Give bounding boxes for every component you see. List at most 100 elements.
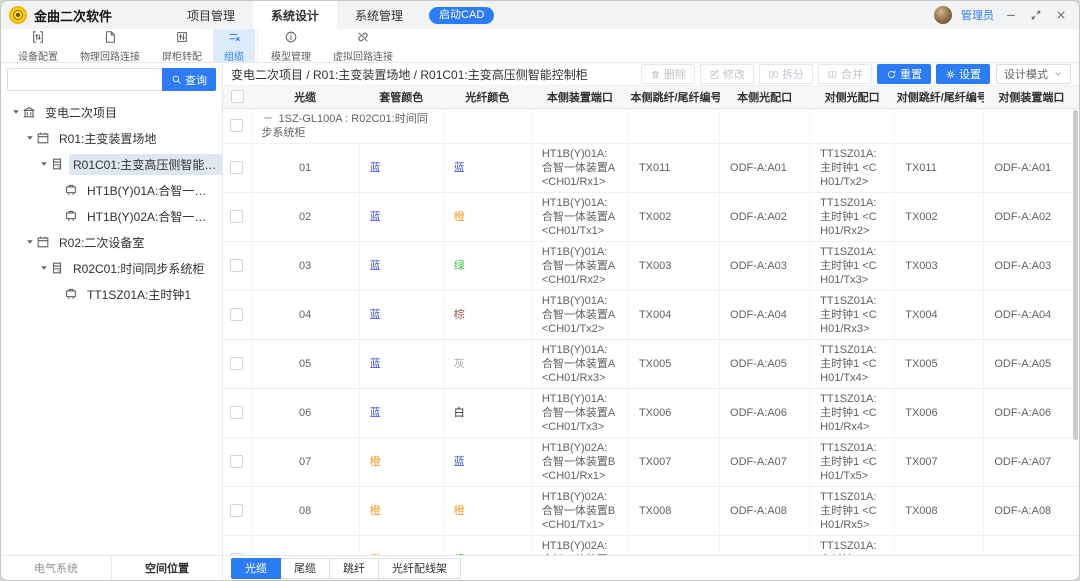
delete-button[interactable]: 删除 bbox=[641, 64, 695, 84]
tree-item[interactable]: R02:二次设备室 bbox=[1, 229, 222, 255]
row-checkbox[interactable] bbox=[230, 357, 243, 370]
search-button-label: 查询 bbox=[185, 72, 207, 88]
empty-cell bbox=[628, 108, 719, 143]
table-header-row: 光缆套管颜色光纤颜色本侧装置端口本侧跳纤/尾纤编号本侧光配口对侧光配口对侧跳纤/… bbox=[223, 86, 1079, 108]
fiber-color-value: 橙 bbox=[454, 505, 465, 517]
virtual-loop-icon bbox=[356, 30, 370, 47]
merge-button[interactable]: 合并 bbox=[818, 64, 872, 84]
launch-cad-button[interactable]: 启动CAD bbox=[429, 7, 494, 24]
toolbar-item-model-manage[interactable]: 模型管理 bbox=[260, 29, 322, 62]
toolbar-item-virtual-loop-connect[interactable]: 虚拟回路连接 bbox=[322, 29, 404, 62]
tree-item[interactable]: R02C01:时间同步系统柜 bbox=[1, 255, 222, 281]
trash-icon bbox=[650, 69, 661, 80]
tree-item[interactable]: HT1B(Y)01A:合智一体装置A bbox=[1, 177, 222, 203]
row-checkbox[interactable] bbox=[230, 210, 243, 223]
restore-button[interactable] bbox=[1028, 7, 1044, 23]
row-select-cell bbox=[223, 339, 251, 388]
menu-item-system-management[interactable]: 系统管理 bbox=[337, 1, 421, 29]
cell-local_no: TX007 bbox=[628, 437, 719, 486]
modify-button[interactable]: 修改 bbox=[700, 64, 754, 84]
cell-no: 04 bbox=[251, 290, 359, 339]
fiber-color-value: 棕 bbox=[454, 309, 465, 321]
select-all-checkbox[interactable] bbox=[231, 90, 244, 103]
toolbar-item-label: 模型管理 bbox=[271, 48, 311, 63]
cell-local_odf: ODF-A:A06 bbox=[720, 388, 810, 437]
tree-item[interactable]: HT1B(Y)02A:合智一体装置B bbox=[1, 203, 222, 229]
cell-remote_no: TX007 bbox=[895, 437, 984, 486]
cell-local_odf: ODF-A:A09 bbox=[720, 535, 810, 555]
cell-remote_no: TX008 bbox=[895, 486, 984, 535]
tree-item[interactable]: R01:主变装置场地 bbox=[1, 125, 222, 151]
tube-color-value: 蓝 bbox=[370, 309, 381, 321]
cell-local_no: TX009 bbox=[628, 535, 719, 555]
tree-item[interactable]: R01C01:主变高压侧智能控制柜 bbox=[1, 151, 222, 177]
row-select-cell bbox=[223, 535, 251, 555]
table-row: 09橙绿HT1B(Y)02A:合智一体装置B <CH01/Rx2>TX009OD… bbox=[223, 535, 1079, 555]
tree-item[interactable]: TT1SZ01A:主时钟1 bbox=[1, 281, 222, 307]
view-tabs: 光缆尾缆跳纤光纤配线架 bbox=[223, 555, 1079, 580]
project-tree: 变电二次项目R01:主变装置场地R01C01:主变高压侧智能控制柜HT1B(Y)… bbox=[1, 95, 222, 555]
tube-color-value: 蓝 bbox=[370, 358, 381, 370]
row-checkbox[interactable] bbox=[230, 406, 243, 419]
row-checkbox[interactable] bbox=[230, 504, 243, 517]
table-scrollbar[interactable] bbox=[1073, 110, 1078, 440]
cable-group-row: 1SZ-GL100A : R02C01:时间同步系统柜 bbox=[223, 108, 1079, 143]
table-row: 06蓝白HT1B(Y)01A:合智一体装置A <CH01/Tx3>TX006OD… bbox=[223, 388, 1079, 437]
titlebar-right: 管理员 bbox=[934, 1, 1079, 29]
sidebar-tab-spatial-position[interactable]: 空间位置 bbox=[111, 556, 222, 580]
toolbar-item-physical-loop-connect[interactable]: 物理回路连接 bbox=[69, 29, 151, 62]
minimize-button[interactable] bbox=[1003, 7, 1019, 23]
collapse-minus-icon[interactable] bbox=[262, 112, 274, 124]
user-name[interactable]: 管理员 bbox=[961, 7, 994, 23]
area-icon bbox=[36, 235, 51, 250]
row-checkbox[interactable] bbox=[230, 455, 243, 468]
toolbar-item-cable-group[interactable]: 组缆 bbox=[213, 29, 255, 62]
split-button[interactable]: 拆分 bbox=[759, 64, 813, 84]
caret-down-icon[interactable] bbox=[9, 106, 22, 119]
row-checkbox[interactable] bbox=[230, 553, 243, 555]
reset-button[interactable]: 重置 bbox=[877, 64, 931, 84]
caret-down-icon[interactable] bbox=[37, 262, 50, 275]
close-button[interactable] bbox=[1053, 7, 1069, 23]
edit-icon bbox=[709, 69, 720, 80]
row-checkbox[interactable] bbox=[230, 119, 243, 132]
toolbar-item-device-config[interactable]: 设备配置 bbox=[7, 29, 69, 62]
design-mode-select[interactable]: 设计模式 bbox=[996, 64, 1071, 84]
column-header: 本侧装置端口 bbox=[531, 86, 628, 108]
cell-remote_odf: TT1SZ01A:主时钟1 <CH01/Rx3> bbox=[810, 290, 895, 339]
toolbar-item-cabinet-assign[interactable]: 屏柜转配 bbox=[151, 29, 213, 62]
search-button[interactable]: 查询 bbox=[162, 68, 216, 91]
group-label-cell: 1SZ-GL100A : R02C01:时间同步系统柜 bbox=[251, 108, 443, 143]
tree-item[interactable]: 变电二次项目 bbox=[1, 99, 222, 125]
table-row: 02蓝橙HT1B(Y)01A:合智一体装置A <CH01/Tx1>TX002OD… bbox=[223, 192, 1079, 241]
cell-local_odf: ODF-A:A08 bbox=[720, 486, 810, 535]
sidebar-tab-electrical-system[interactable]: 电气系统 bbox=[1, 556, 111, 580]
sidebar-bottom-tabs: 电气系统空间位置 bbox=[1, 555, 222, 580]
row-checkbox[interactable] bbox=[230, 161, 243, 174]
sidebar: 查询 变电二次项目R01:主变装置场地R01C01:主变高压侧智能控制柜HT1B… bbox=[1, 63, 223, 580]
settings-button[interactable]: 设置 bbox=[936, 64, 990, 84]
row-checkbox[interactable] bbox=[230, 308, 243, 321]
menu-item-project-management[interactable]: 项目管理 bbox=[169, 1, 253, 29]
cell-fiber: 白 bbox=[443, 388, 531, 437]
toolbar-item-label: 设备配置 bbox=[18, 48, 58, 63]
caret-down-icon[interactable] bbox=[37, 158, 50, 171]
cell-local_no: TX003 bbox=[628, 241, 719, 290]
row-checkbox[interactable] bbox=[230, 259, 243, 272]
caret-down-icon[interactable] bbox=[23, 236, 36, 249]
view-tab-optical-cable[interactable]: 光缆 bbox=[231, 558, 281, 579]
fiber-color-value: 绿 bbox=[454, 260, 465, 272]
user-avatar[interactable] bbox=[934, 6, 952, 24]
menu-item-system-design[interactable]: 系统设计 bbox=[253, 1, 337, 29]
tube-color-value: 橙 bbox=[370, 456, 381, 468]
view-tab-jumper-fiber[interactable]: 跳纤 bbox=[329, 558, 379, 579]
view-tab-tail-cable[interactable]: 尾缆 bbox=[280, 558, 330, 579]
row-select-cell bbox=[223, 388, 251, 437]
search-input[interactable] bbox=[7, 68, 162, 91]
empty-cell bbox=[531, 108, 628, 143]
cell-local_odf: ODF-A:A02 bbox=[720, 192, 810, 241]
caret-down-icon[interactable] bbox=[23, 132, 36, 145]
fiber-color-value: 蓝 bbox=[454, 456, 465, 468]
cell-remote_no: TX004 bbox=[895, 290, 984, 339]
view-tab-fiber-patch-rack[interactable]: 光纤配线架 bbox=[378, 558, 461, 579]
